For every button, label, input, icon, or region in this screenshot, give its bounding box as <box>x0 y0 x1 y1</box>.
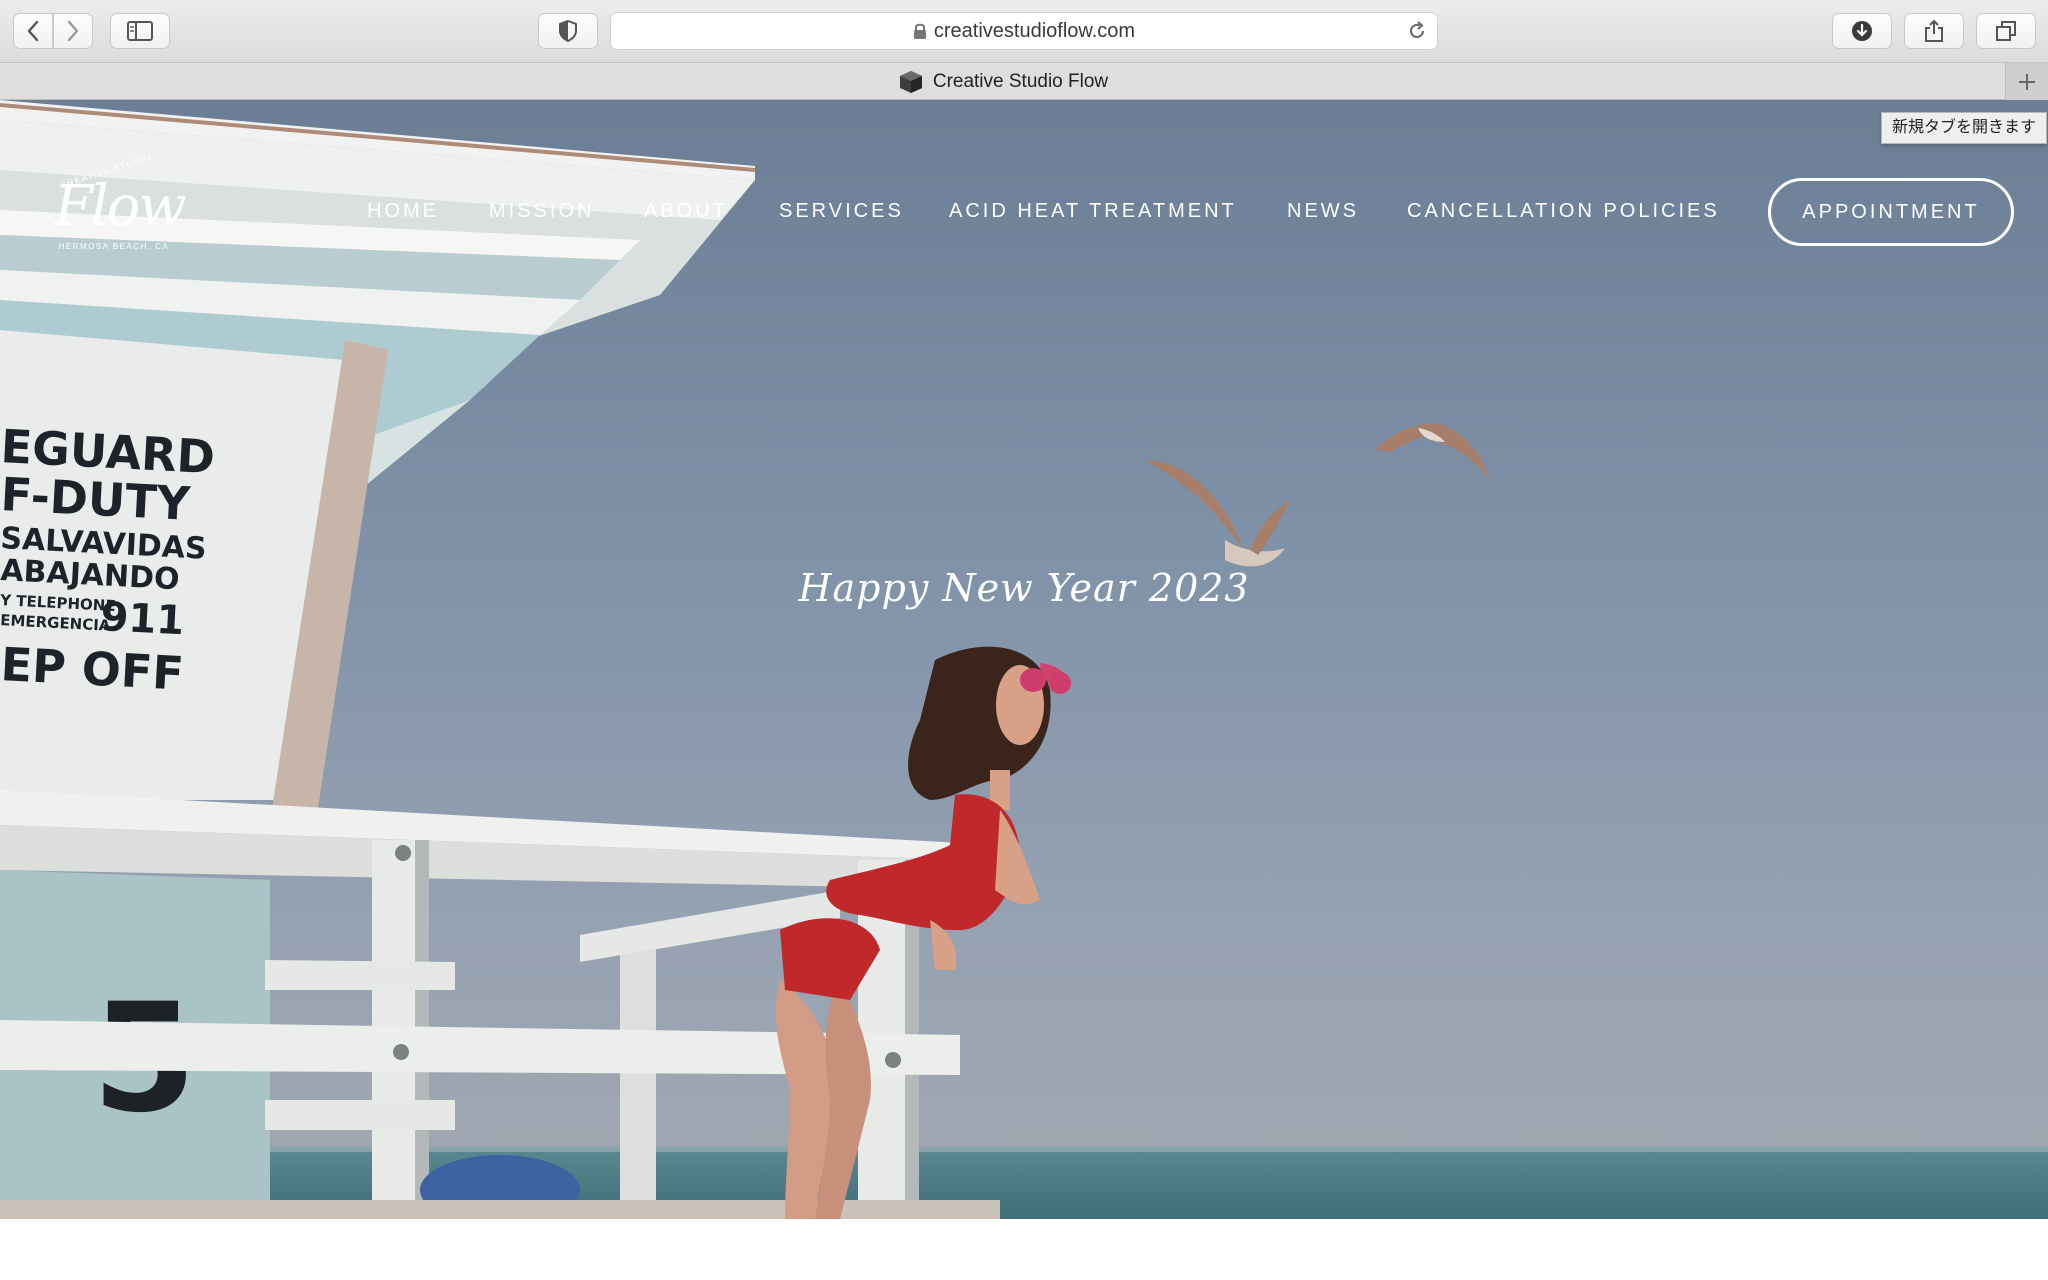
new-tab-tooltip: 新規タブを開きます <box>1881 112 2048 144</box>
active-tab[interactable]: Creative Studio Flow <box>0 63 2006 100</box>
sign-line-2: F-DUTY <box>0 467 192 531</box>
address-bar[interactable]: creativestudioflow.com <box>610 12 1438 50</box>
nav-services[interactable]: SERVICES <box>779 200 904 223</box>
hero-photo: EGUARD F-DUTY SALVAVIDAS ABAJANDO Y TELE… <box>0 100 2048 1219</box>
share-icon <box>1925 19 1943 42</box>
hero-headline: Happy New Year 2023 <box>798 566 1250 610</box>
share-button[interactable] <box>1904 13 1964 49</box>
forward-button[interactable] <box>53 13 93 49</box>
privacy-shield-icon <box>559 20 577 42</box>
back-icon <box>27 20 39 42</box>
seagull-1 <box>1145 460 1290 567</box>
site-favicon-icon <box>899 70 922 93</box>
seagull-2 <box>1375 423 1490 480</box>
tab-title: Creative Studio Flow <box>932 70 1109 92</box>
appointment-button[interactable]: APPOINTMENT <box>1768 178 2014 246</box>
nav-acid-heat-treatment[interactable]: ACID HEAT TREATMENT <box>949 200 1237 223</box>
back-button[interactable] <box>13 13 53 49</box>
sidebar-icon <box>127 21 153 41</box>
download-icon <box>1852 21 1872 41</box>
privacy-report-button[interactable] <box>538 13 598 49</box>
plus-icon <box>2019 73 2035 90</box>
nav-home[interactable]: HOME <box>367 200 439 223</box>
tabs-overview-icon <box>1996 21 2016 41</box>
downloads-button[interactable] <box>1832 13 1892 49</box>
main-navigation: HOME MISSION ABOUT SERVICES ACID HEAT TR… <box>0 178 2048 248</box>
nav-cancellation-policies[interactable]: CANCELLATION POLICIES <box>1407 200 1720 223</box>
woman-figure <box>775 646 1071 1219</box>
forward-icon <box>67 20 79 42</box>
url-text: creativestudioflow.com <box>933 19 1136 42</box>
lock-icon <box>913 23 926 39</box>
browser-toolbar: creativestudioflow.com <box>0 0 2048 62</box>
nav-mission[interactable]: MISSION <box>489 200 594 223</box>
new-tab-button[interactable] <box>2005 63 2048 100</box>
sidebar-button[interactable] <box>110 13 170 49</box>
tab-bar: Creative Studio Flow <box>0 62 2048 100</box>
nav-about[interactable]: ABOUT <box>644 200 728 223</box>
nav-news[interactable]: NEWS <box>1287 200 1359 223</box>
hero-section: EGUARD F-DUTY SALVAVIDAS ABAJANDO Y TELE… <box>0 100 2048 1219</box>
sign-line-8: EP OFF <box>0 637 185 701</box>
reload-icon[interactable] <box>1407 21 1427 41</box>
tab-overview-button[interactable] <box>1976 13 2036 49</box>
